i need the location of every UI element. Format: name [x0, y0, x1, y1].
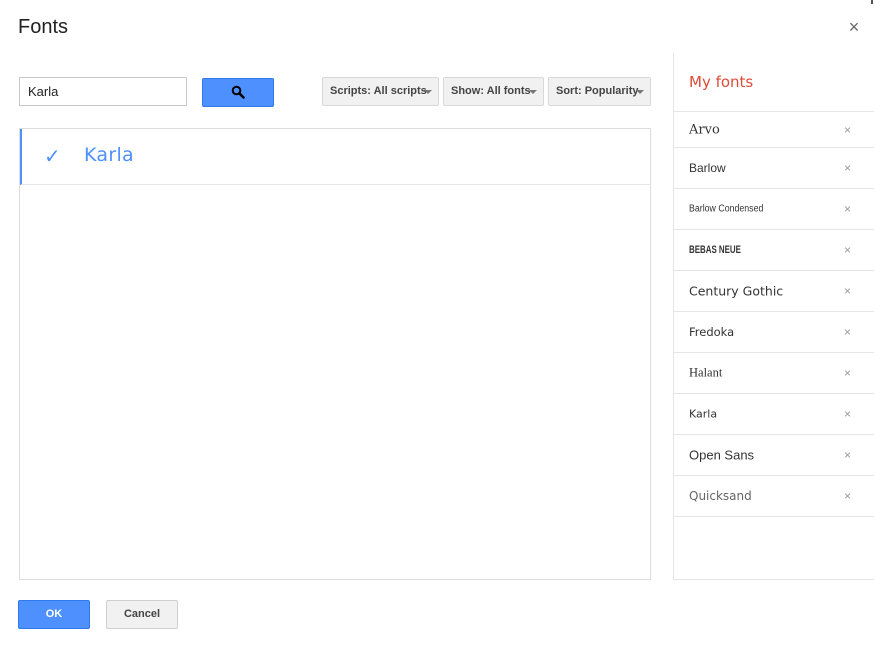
my-font-label: Barlow — [689, 161, 726, 175]
close-icon[interactable]: × — [845, 17, 863, 37]
font-result-row[interactable]: ✓ Karla — [20, 129, 650, 185]
my-font-label: Quicksand — [689, 489, 752, 503]
show-dropdown[interactable]: Show: All fonts — [443, 77, 544, 106]
scripts-dropdown-label: Scripts: All scripts — [330, 85, 427, 97]
chevron-down-icon — [529, 90, 537, 94]
show-dropdown-label: Show: All fonts — [451, 85, 531, 97]
my-fonts-list: Arvo × Barlow × Barlow Condensed × BEBAS… — [674, 111, 874, 517]
my-font-item[interactable]: Halant × — [674, 353, 874, 394]
search-icon — [231, 85, 245, 99]
my-font-label: Barlow Condensed — [689, 203, 764, 215]
font-results-list: ✓ Karla — [19, 128, 651, 580]
sort-dropdown[interactable]: Sort: Popularity — [548, 77, 651, 106]
corner-mark — [871, 0, 873, 4]
remove-icon[interactable]: × — [844, 489, 851, 503]
my-font-label: Arvo — [689, 122, 720, 137]
my-font-item[interactable]: Barlow Condensed × — [674, 189, 874, 230]
scripts-dropdown[interactable]: Scripts: All scripts — [322, 77, 439, 106]
my-font-label: Halant — [689, 365, 723, 380]
my-font-item[interactable]: Arvo × — [674, 112, 874, 148]
my-font-item[interactable]: Open Sans × — [674, 435, 874, 476]
search-input[interactable] — [19, 77, 187, 106]
my-font-label: BEBAS NEUE — [689, 244, 741, 256]
my-font-item[interactable]: Karla × — [674, 394, 874, 435]
dialog-title: Fonts — [18, 16, 69, 38]
my-font-label: Fredoka — [689, 325, 735, 339]
my-fonts-title: My fonts — [689, 73, 754, 91]
my-font-label: Century Gothic — [689, 283, 784, 299]
my-font-item[interactable]: Century Gothic × — [674, 271, 874, 312]
my-font-item[interactable]: Quicksand × — [674, 476, 874, 517]
remove-icon[interactable]: × — [844, 407, 851, 421]
search-button[interactable] — [202, 78, 274, 107]
my-font-item[interactable]: Barlow × — [674, 148, 874, 189]
remove-icon[interactable]: × — [844, 123, 851, 137]
remove-icon[interactable]: × — [844, 284, 851, 298]
my-font-label: Karla — [689, 407, 718, 421]
my-font-label: Open Sans — [689, 447, 755, 463]
ok-button[interactable]: OK — [18, 600, 90, 629]
chevron-down-icon — [424, 90, 432, 94]
my-font-item[interactable]: Fredoka × — [674, 312, 874, 353]
remove-icon[interactable]: × — [844, 243, 851, 257]
sort-dropdown-label: Sort: Popularity — [556, 85, 639, 97]
remove-icon[interactable]: × — [844, 448, 851, 462]
remove-icon[interactable]: × — [844, 325, 851, 339]
cancel-button[interactable]: Cancel — [106, 600, 178, 629]
chevron-down-icon — [636, 90, 644, 94]
checkmark-icon: ✓ — [44, 146, 61, 168]
font-result-label: Karla — [84, 144, 135, 166]
remove-icon[interactable]: × — [844, 366, 851, 380]
my-font-item[interactable]: BEBAS NEUE × — [674, 230, 874, 271]
remove-icon[interactable]: × — [844, 202, 851, 216]
my-fonts-panel: My fonts Arvo × Barlow × Barlow Condense… — [673, 53, 874, 580]
remove-icon[interactable]: × — [844, 161, 851, 175]
